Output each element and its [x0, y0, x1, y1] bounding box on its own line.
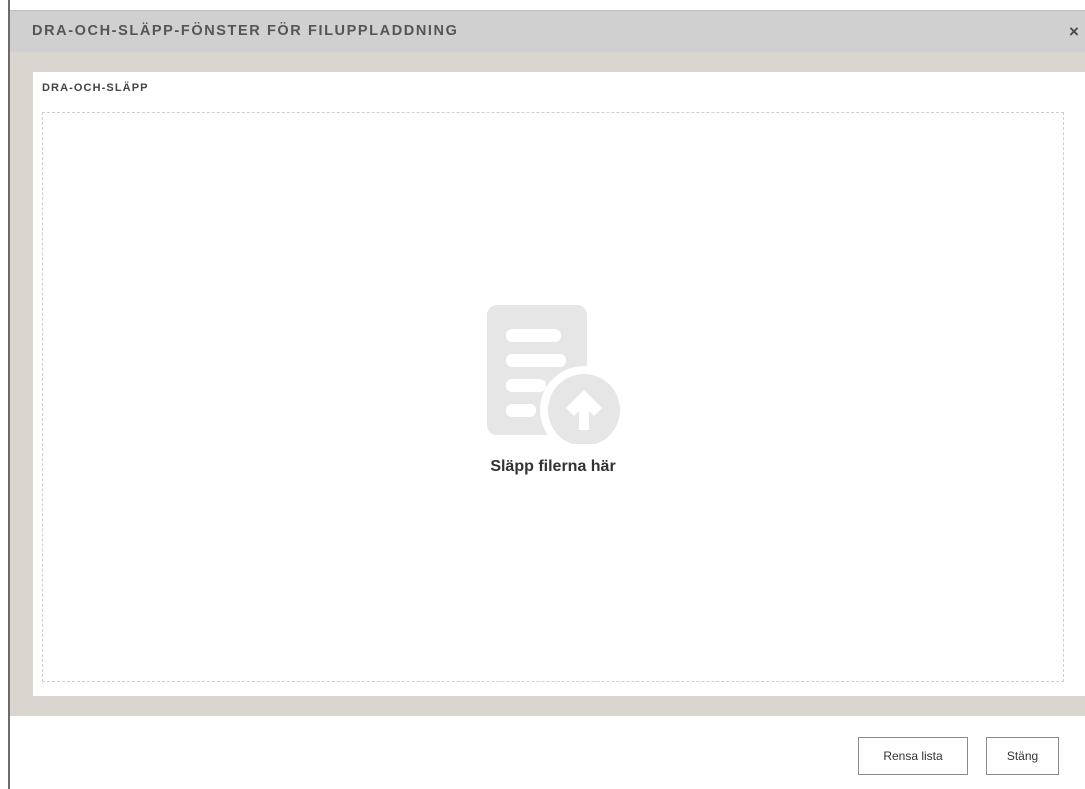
page: DRA-OCH-SLÄPP-FÖNSTER FÖR FILUPPLADDNING… — [0, 0, 1085, 789]
upload-dialog: DRA-OCH-SLÄPP-FÖNSTER FÖR FILUPPLADDNING… — [10, 10, 1085, 789]
dialog-body: DRA-OCH-SLÄPP Släpp filerna här — [10, 52, 1085, 716]
clear-list-button[interactable]: Rensa lista — [858, 737, 968, 775]
dialog-titlebar: DRA-OCH-SLÄPP-FÖNSTER FÖR FILUPPLADDNING… — [10, 10, 1085, 52]
drop-instruction: Släpp filerna här — [490, 458, 616, 475]
close-icon[interactable]: × — [1063, 21, 1085, 43]
drag-drop-panel: DRA-OCH-SLÄPP Släpp filerna här — [33, 72, 1085, 696]
drop-zone[interactable]: Släpp filerna här — [42, 112, 1064, 682]
dialog-footer: Rensa lista Stäng — [10, 716, 1085, 789]
panel-label: DRA-OCH-SLÄPP — [42, 82, 149, 94]
file-upload-icon — [487, 305, 626, 444]
close-button[interactable]: Stäng — [986, 737, 1059, 775]
dialog-title: DRA-OCH-SLÄPP-FÖNSTER FÖR FILUPPLADDNING — [32, 23, 459, 39]
